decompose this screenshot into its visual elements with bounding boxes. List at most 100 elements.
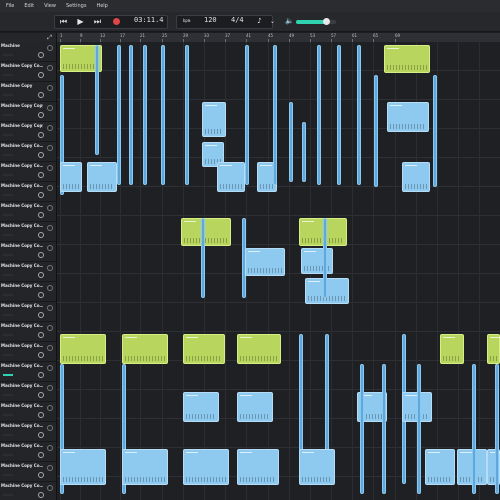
track-menu-icon[interactable]: [47, 225, 53, 231]
pan-knob[interactable]: [38, 232, 44, 238]
audio-clip[interactable]: [237, 449, 279, 485]
track-menu-icon[interactable]: [47, 425, 53, 431]
audio-clip[interactable]: [387, 102, 429, 132]
track-name[interactable]: Machine Copy Co…: [1, 303, 43, 308]
time-signature-field[interactable]: 4/4: [231, 16, 244, 24]
arrangement-lane[interactable]: [57, 42, 500, 71]
audio-clip[interactable]: [183, 392, 219, 422]
audio-clip[interactable]: [217, 162, 245, 192]
track-menu-icon[interactable]: [47, 245, 53, 251]
track-header[interactable]: Machine Copy Co…: [0, 182, 56, 202]
track-name[interactable]: Machine Copy Co…: [1, 363, 43, 368]
track-header[interactable]: Machine Copy Co…: [0, 442, 56, 462]
audio-clip[interactable]: [122, 449, 168, 485]
audio-clip[interactable]: [433, 75, 437, 187]
track-menu-icon[interactable]: [47, 465, 53, 471]
volume-button[interactable]: 🔈: [283, 15, 296, 28]
audio-clip[interactable]: [299, 449, 335, 485]
metronome-button[interactable]: ♪: [253, 15, 266, 28]
audio-clip[interactable]: [317, 45, 321, 185]
pan-knob[interactable]: [38, 112, 44, 118]
pan-knob[interactable]: [38, 312, 44, 318]
audio-clip[interactable]: [440, 334, 464, 364]
audio-clip[interactable]: [237, 334, 281, 364]
arrangement-lane[interactable]: [57, 274, 500, 303]
track-menu-icon[interactable]: [47, 405, 53, 411]
track-menu-icon[interactable]: [47, 265, 53, 271]
audio-clip[interactable]: [323, 218, 327, 298]
audio-clip[interactable]: [143, 45, 147, 185]
audio-clip[interactable]: [273, 45, 277, 185]
audio-clip[interactable]: [161, 45, 165, 185]
menu-help[interactable]: Help: [96, 3, 107, 9]
track-name[interactable]: Machine Copy Co…: [1, 243, 43, 248]
track-menu-icon[interactable]: [47, 385, 53, 391]
track-header[interactable]: Machine Copy Co…: [0, 382, 56, 402]
track-header[interactable]: Machine Copy Co…: [0, 302, 56, 322]
pan-knob[interactable]: [38, 412, 44, 418]
audio-clip[interactable]: [87, 162, 117, 192]
track-header[interactable]: Machine Copy Co…: [0, 482, 56, 500]
audio-clip[interactable]: [60, 449, 106, 485]
pan-knob[interactable]: [38, 332, 44, 338]
audio-clip[interactable]: [382, 364, 386, 494]
track-menu-icon[interactable]: [47, 85, 53, 91]
track-menu-icon[interactable]: [47, 365, 53, 371]
audio-clip[interactable]: [95, 45, 99, 155]
track-name[interactable]: Machine Copy Co…: [1, 343, 43, 348]
track-header[interactable]: Machine Copy Co…: [0, 142, 56, 162]
track-menu-icon[interactable]: [47, 485, 53, 491]
track-name[interactable]: Machine Copy Copy: [1, 123, 43, 128]
audio-clip[interactable]: [417, 364, 421, 494]
track-header[interactable]: Machine Copy Co…: [0, 62, 56, 82]
audio-clip[interactable]: [289, 102, 293, 182]
audio-clip[interactable]: [181, 218, 231, 246]
track-menu-icon[interactable]: [47, 205, 53, 211]
track-header[interactable]: Machine Copy Copy: [0, 102, 56, 122]
pan-knob[interactable]: [38, 392, 44, 398]
track-name[interactable]: Machine Copy Co…: [1, 183, 43, 188]
skip-forward-button[interactable]: ⏭: [91, 15, 104, 28]
menu-view[interactable]: View: [44, 3, 56, 9]
track-menu-icon[interactable]: [47, 65, 53, 71]
audio-clip[interactable]: [122, 334, 168, 364]
track-header[interactable]: Machine Copy Co…: [0, 342, 56, 362]
audio-clip[interactable]: [60, 334, 106, 364]
track-name[interactable]: Machine Copy Co…: [1, 203, 43, 208]
audio-clip[interactable]: [425, 449, 455, 485]
track-header[interactable]: Machine Copy Co…: [0, 242, 56, 262]
timeline-ruler[interactable]: 1 9 13 17 21 25 29 33 37 41 45 49 53 57 61 65 69: [57, 33, 500, 42]
audio-clip[interactable]: [374, 75, 378, 187]
audio-clip[interactable]: [183, 334, 225, 364]
track-name[interactable]: Machine Copy Co…: [1, 403, 43, 408]
pan-knob[interactable]: [38, 452, 44, 458]
track-menu-icon[interactable]: [47, 125, 53, 131]
arrangement-area[interactable]: [57, 42, 500, 500]
pan-knob[interactable]: [38, 212, 44, 218]
pan-knob[interactable]: [38, 432, 44, 438]
audio-clip[interactable]: [245, 248, 285, 276]
pan-knob[interactable]: [38, 372, 44, 378]
track-name[interactable]: Machine Copy Copy: [1, 103, 43, 108]
track-name[interactable]: Machine Copy Co…: [1, 423, 43, 428]
track-header[interactable]: Machine Copy Co…: [0, 462, 56, 482]
add-track-icon[interactable]: ⤢: [47, 34, 52, 42]
pan-knob[interactable]: [38, 472, 44, 478]
pan-knob[interactable]: [38, 152, 44, 158]
pan-knob[interactable]: [38, 52, 44, 58]
track-menu-icon[interactable]: [47, 145, 53, 151]
record-button[interactable]: [110, 15, 123, 28]
track-name[interactable]: Machine Copy Co…: [1, 63, 43, 68]
pan-knob[interactable]: [38, 352, 44, 358]
track-header[interactable]: Machine Copy Co…: [0, 362, 56, 382]
track-header[interactable]: Machine Copy Co…: [0, 422, 56, 442]
audio-clip[interactable]: [185, 45, 189, 185]
track-name[interactable]: Machine Copy Co…: [1, 463, 43, 468]
audio-clip[interactable]: [302, 122, 306, 182]
audio-clip[interactable]: [487, 334, 500, 364]
pan-knob[interactable]: [38, 92, 44, 98]
track-header[interactable]: Machine Copy Co…: [0, 222, 56, 242]
track-menu-icon[interactable]: [47, 165, 53, 171]
menu-settings[interactable]: Settings: [66, 3, 87, 9]
track-header[interactable]: Machine Copy Co…: [0, 202, 56, 222]
